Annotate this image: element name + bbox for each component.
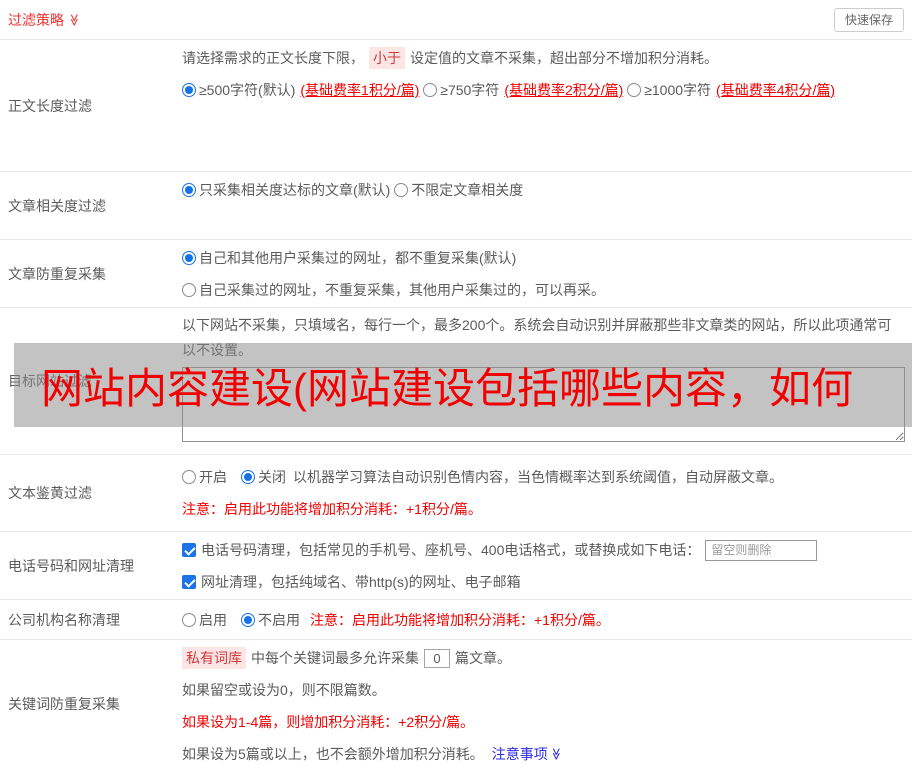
radio-icon[interactable]	[182, 470, 196, 484]
max-articles-per-keyword-input[interactable]	[424, 649, 450, 668]
radio-option-dedup-self-only[interactable]: 自己采集过的网址，不重复采集，其他用户采集过的，可以再采。	[182, 274, 605, 306]
replacement-phone-input[interactable]	[705, 540, 817, 561]
section-label: 文章防重复采集	[0, 240, 182, 307]
radio-option-company-enable[interactable]: 启用	[182, 610, 227, 630]
radio-icon[interactable]	[394, 183, 408, 197]
page-header: 过滤策略 ≫ 快速保存	[0, 0, 912, 40]
filter-strategy-page: 过滤策略 ≫ 快速保存 正文长度过滤 请选择需求的正文长度下限， 小于 设定值的…	[0, 0, 912, 768]
radio-icon[interactable]	[182, 613, 196, 627]
keyword-note-five-plus: 如果设为5篇或以上，也不会额外增加积分消耗。	[182, 744, 484, 764]
radio-icon[interactable]	[241, 613, 255, 627]
quick-save-button[interactable]: 快速保存	[834, 8, 904, 32]
fee-note: (基础费率4积分/篇)	[716, 80, 835, 100]
length-filter-description: 请选择需求的正文长度下限， 小于 设定值的文章不采集，超出部分不增加积分消耗。	[182, 42, 905, 74]
less-than-tag: 小于	[369, 47, 405, 69]
section-label: 文本鉴黄过滤	[0, 455, 182, 531]
radio-option-dedup-all-users[interactable]: 自己和其他用户采集过的网址，都不重复采集(默认)	[182, 242, 516, 274]
private-lexicon-tag: 私有词库	[182, 647, 246, 669]
radio-icon[interactable]	[627, 83, 641, 97]
radio-icon[interactable]	[241, 470, 255, 484]
fee-note: (基础费率2积分/篇)	[504, 80, 623, 100]
radio-icon[interactable]	[182, 251, 196, 265]
radio-option-relevance-only[interactable]: 只采集相关度达标的文章(默认)	[182, 174, 390, 206]
section-label: 电话号码和网址清理	[0, 532, 182, 599]
section-keyword-anti-duplicate: 关键词防重复采集 私有词库 中每个关键词最多允许采集 篇文章。 如果留空或设为0…	[0, 640, 912, 768]
section-company-name-cleanup: 公司机构名称清理 启用 不启用 注意：启用此功能将增加积分消耗：+1积分/篇。	[0, 600, 912, 640]
checkbox-phone-cleanup[interactable]: 电话号码清理，包括常见的手机号、座机号、400电话格式，或替换成如下电话：	[182, 540, 700, 560]
fee-note: (基础费率1积分/篇)	[300, 80, 419, 100]
page-title[interactable]: 过滤策略 ≫	[0, 10, 81, 30]
section-label: 关键词防重复采集	[0, 640, 182, 768]
porn-filter-cost-note: 注意：启用此功能将增加积分消耗：+1积分/篇。	[182, 493, 905, 525]
checkbox-checked-icon[interactable]	[182, 575, 196, 589]
radio-icon[interactable]	[182, 83, 196, 97]
page-title-text: 过滤策略	[8, 10, 64, 30]
notes-link[interactable]: 注意事项 ≫	[492, 744, 563, 764]
radio-icon[interactable]	[423, 83, 437, 97]
radio-option-no-relevance-limit[interactable]: 不限定文章相关度	[394, 174, 523, 206]
watermark-overlay-text: 网站内容建设(网站建设包括哪些内容，如何	[14, 355, 853, 416]
company-cleanup-cost-note: 注意：启用此功能将增加积分消耗：+1积分/篇。	[310, 610, 610, 630]
section-label: 正文长度过滤	[0, 40, 182, 171]
section-body-length-filter: 正文长度过滤 请选择需求的正文长度下限， 小于 设定值的文章不采集，超出部分不增…	[0, 40, 912, 172]
porn-filter-description: 以机器学习算法自动识别色情内容，当色情概率达到系统阈值，自动屏蔽文章。	[293, 467, 783, 487]
section-porn-filter: 文本鉴黄过滤 开启 关闭 以机器学习算法自动识别色情内容，当色情概率达到系统阈值…	[0, 455, 912, 532]
radio-icon[interactable]	[182, 283, 196, 297]
radio-option-company-disable[interactable]: 不启用	[241, 610, 300, 630]
section-anti-duplicate: 文章防重复采集 自己和其他用户采集过的网址，都不重复采集(默认) 自己采集过的网…	[0, 240, 912, 308]
keyword-note-zero: 如果留空或设为0，则不限篇数。	[182, 674, 905, 706]
keyword-cost-note: 如果设为1-4篇，则增加积分消耗：+2积分/篇。	[182, 706, 905, 738]
chevron-down-icon: ≫	[550, 748, 562, 761]
section-label: 文章相关度过滤	[0, 172, 182, 239]
radio-option-porn-off[interactable]: 关闭	[241, 467, 286, 487]
section-label: 公司机构名称清理	[0, 600, 182, 639]
checkbox-checked-icon[interactable]	[182, 543, 196, 557]
radio-option-1000-chars[interactable]: ≥1000字符 (基础费率4积分/篇)	[627, 74, 835, 106]
checkbox-url-cleanup[interactable]: 网址清理，包括纯域名、带http(s)的网址、电子邮箱	[182, 572, 521, 592]
watermark-overlay-banner: 网站内容建设(网站建设包括哪些内容，如何	[14, 343, 912, 427]
section-phone-url-cleanup: 电话号码和网址清理 电话号码清理，包括常见的手机号、座机号、400电话格式，或替…	[0, 532, 912, 600]
radio-option-750-chars[interactable]: ≥750字符 (基础费率2积分/篇)	[423, 74, 623, 106]
radio-option-porn-on[interactable]: 开启	[182, 467, 227, 487]
chevron-down-icon: ≫	[68, 13, 80, 26]
radio-icon[interactable]	[182, 183, 196, 197]
radio-option-500-chars[interactable]: ≥500字符(默认) (基础费率1积分/篇)	[182, 74, 419, 106]
section-relevance-filter: 文章相关度过滤 只采集相关度达标的文章(默认) 不限定文章相关度	[0, 172, 912, 240]
